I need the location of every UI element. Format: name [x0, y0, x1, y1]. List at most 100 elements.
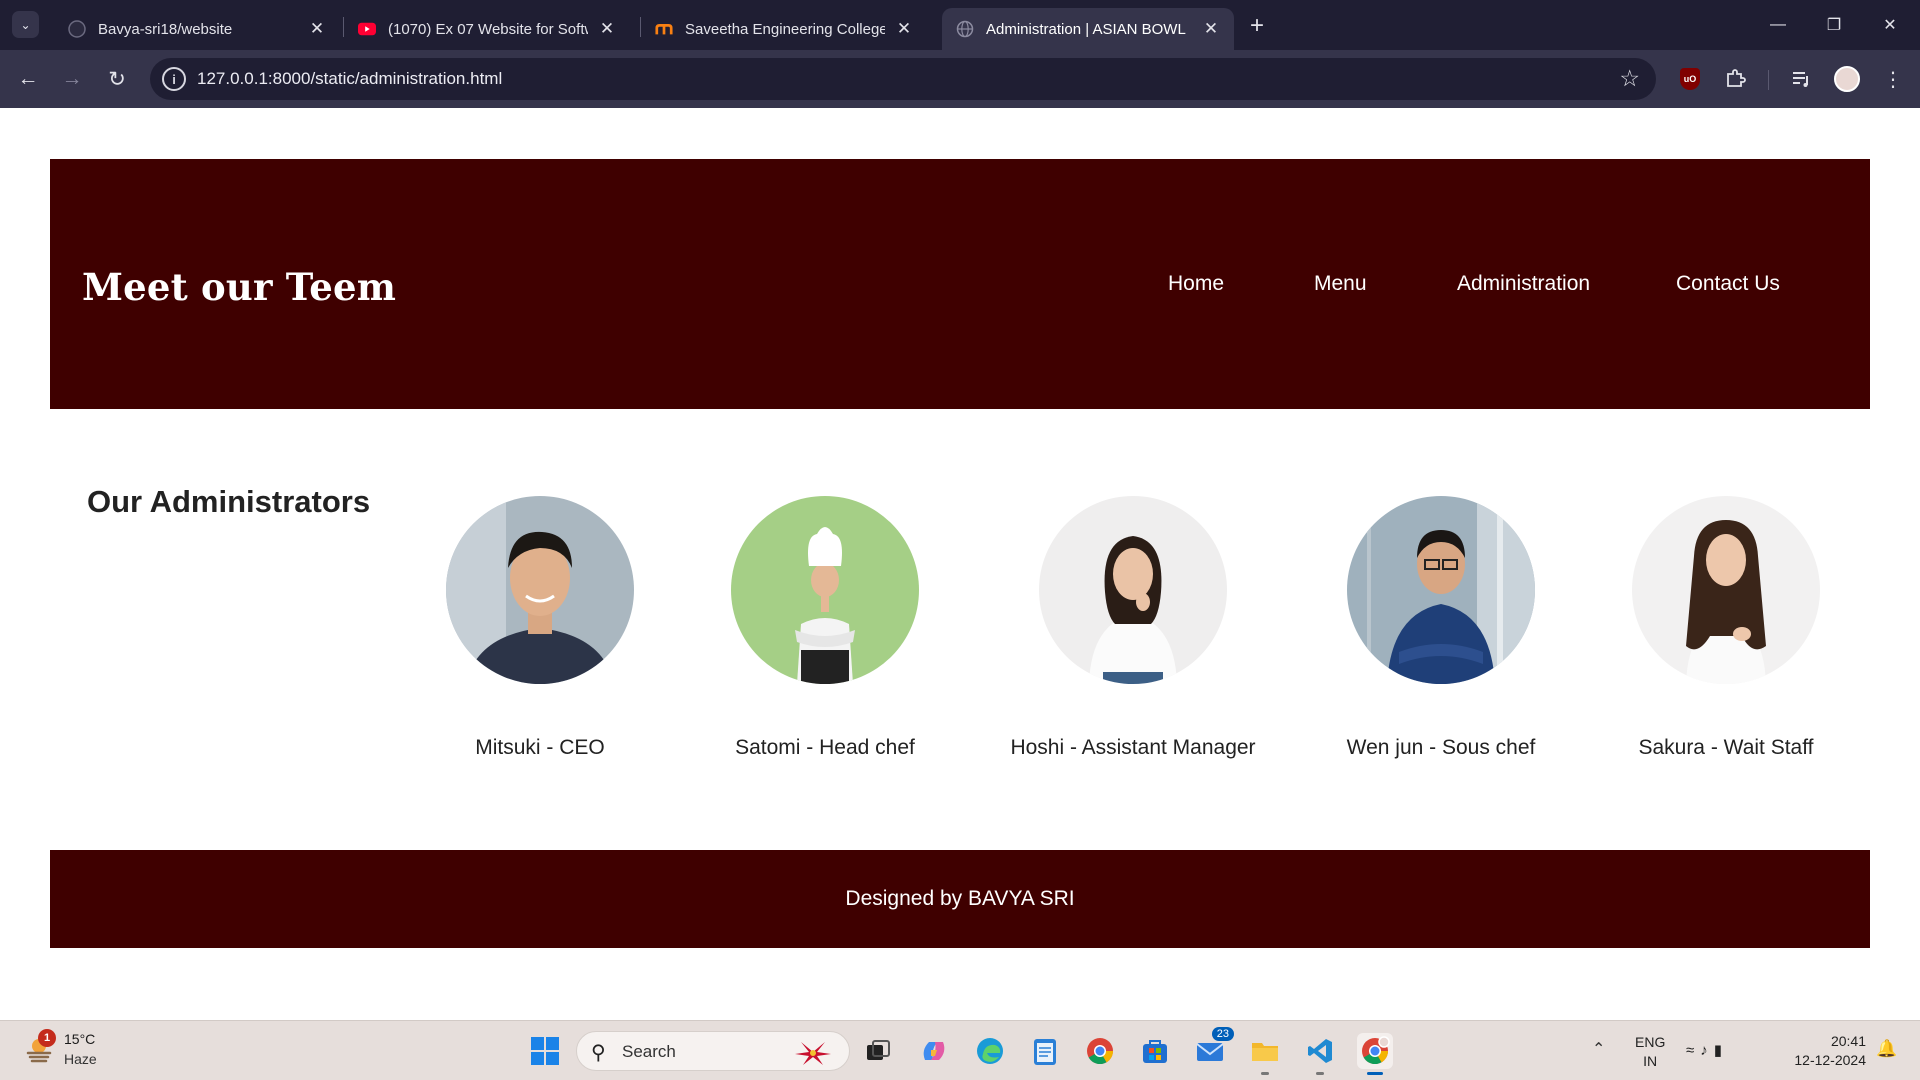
member-caption: Hoshi - Assistant Manager — [1010, 736, 1256, 759]
toolbar-divider — [1768, 70, 1769, 90]
battery-icon: ▮ — [1713, 1042, 1728, 1059]
clock-date: 12-12-2024 — [1794, 1052, 1866, 1068]
close-icon[interactable]: ✕ — [306, 18, 328, 40]
minimize-button[interactable]: — — [1750, 0, 1806, 50]
search-icon: ⚲ — [591, 1042, 606, 1064]
mail-count-badge: 23 — [1211, 1027, 1234, 1041]
member-caption: Sakura - Wait Staff — [1638, 736, 1814, 759]
notification-badge: 1 — [38, 1029, 56, 1047]
reload-button[interactable]: ↻ — [101, 63, 133, 95]
address-bar[interactable]: i 127.0.0.1:8000/static/administration.h… — [150, 58, 1656, 100]
extensions-button[interactable] — [1719, 63, 1751, 95]
chrome-active-button[interactable] — [1357, 1033, 1393, 1075]
chevron-up-icon[interactable]: ⌃ — [1592, 1039, 1605, 1059]
weather-temperature: 15°C — [64, 1031, 96, 1047]
bookmark-star-icon[interactable]: ☆ — [1619, 65, 1640, 92]
restore-button[interactable]: ❐ — [1806, 0, 1862, 50]
reload-icon: ↻ — [108, 67, 126, 91]
nav-home-link[interactable]: Home — [1168, 272, 1224, 296]
copilot-button[interactable] — [916, 1033, 952, 1069]
copilot-icon — [923, 1042, 945, 1060]
forward-button[interactable]: → — [56, 63, 88, 95]
notepad-button[interactable] — [1027, 1033, 1063, 1069]
member-photo-satomi — [731, 496, 919, 684]
url-text[interactable]: 127.0.0.1:8000/static/administration.htm… — [197, 69, 502, 89]
close-icon[interactable]: ✕ — [1200, 18, 1222, 40]
edge-button[interactable] — [972, 1033, 1008, 1069]
site-title: Meet our Teem — [82, 265, 397, 309]
arrow-right-icon: → — [61, 67, 83, 90]
back-button[interactable]: ← — [12, 63, 44, 95]
page-viewport: Meet our Teem Home Menu Administration C… — [0, 108, 1920, 1020]
running-indicator — [1261, 1072, 1269, 1075]
tab-github[interactable]: Bavya-sri18/website ✕ — [54, 8, 340, 50]
playlist-icon — [1793, 72, 1808, 87]
browser-toolbar: ← → ↻ i 127.0.0.1:8000/static/administra… — [0, 50, 1920, 108]
ublock-extension-button[interactable]: uO — [1674, 63, 1706, 95]
volume-icon: ♪ — [1700, 1042, 1714, 1059]
chrome-icon — [1087, 1038, 1114, 1065]
task-view-icon — [867, 1040, 890, 1060]
wifi-icon: ≈ — [1686, 1042, 1701, 1059]
moodle-icon — [655, 20, 673, 38]
footer-credit: Designed by BAVYA SRI — [845, 887, 1075, 910]
tab-title: (1070) Ex 07 Website for Software — [388, 20, 588, 38]
start-button[interactable] — [527, 1033, 563, 1069]
windows-icon — [531, 1037, 559, 1065]
language-indicator[interactable]: ENG IN — [1635, 1033, 1665, 1071]
edge-icon — [977, 1038, 1003, 1064]
notification-bell-icon[interactable]: 🔔 — [1876, 1039, 1897, 1059]
running-indicator — [1316, 1072, 1324, 1075]
browser-tab-strip: ⌄ Bavya-sri18/website ✕ (1070) Ex 07 Web… — [0, 0, 1920, 50]
running-indicator — [1367, 1072, 1383, 1075]
tab-title: Administration | ASIAN BOWL — [986, 20, 1186, 38]
vscode-button[interactable] — [1302, 1033, 1338, 1075]
close-window-button[interactable]: ✕ — [1862, 0, 1918, 50]
new-tab-button[interactable]: + — [1243, 12, 1271, 40]
store-button[interactable] — [1137, 1033, 1173, 1069]
vscode-icon — [1308, 1039, 1332, 1063]
folder-icon — [1252, 1043, 1278, 1061]
member-photo-wenjun — [1347, 496, 1535, 684]
nav-contact-link[interactable]: Contact Us — [1676, 272, 1780, 296]
mail-icon — [1196, 1043, 1224, 1061]
close-icon[interactable]: ✕ — [893, 18, 915, 40]
media-controls-button[interactable] — [1785, 63, 1817, 95]
language-code: ENG — [1635, 1034, 1666, 1050]
task-view-button[interactable] — [860, 1033, 896, 1069]
tab-saveetha[interactable]: Saveetha Engineering College: L ✕ — [641, 8, 927, 50]
browser-menu-button[interactable]: ⋮ — [1877, 63, 1909, 95]
site-info-icon[interactable]: i — [162, 67, 186, 91]
tab-title: Bavya-sri18/website — [98, 20, 233, 38]
tab-administration[interactable]: Administration | ASIAN BOWL ✕ — [942, 8, 1234, 50]
nav-administration-link[interactable]: Administration — [1457, 272, 1590, 296]
nav-menu-link[interactable]: Menu — [1314, 272, 1367, 296]
plus-icon: + — [1249, 12, 1264, 39]
region-code: IN — [1643, 1053, 1658, 1069]
tab-search-button[interactable]: ⌄ — [12, 11, 39, 38]
profile-button[interactable] — [1831, 63, 1863, 95]
close-icon[interactable]: ✕ — [596, 18, 618, 40]
team-member-card: Satomi - Head chef — [675, 496, 975, 760]
clock-time: 20:41 — [1830, 1033, 1866, 1049]
team-member-card: Sakura - Wait Staff — [1576, 496, 1876, 760]
tab-youtube[interactable]: (1070) Ex 07 Website for Software ✕ — [344, 8, 630, 50]
team-member-card: Wen jun - Sous chef — [1291, 496, 1591, 760]
member-photo-hoshi — [1039, 496, 1227, 684]
chrome-button[interactable] — [1082, 1033, 1118, 1069]
taskbar-search-box[interactable]: ⚲ Search — [576, 1031, 850, 1071]
member-caption: Satomi - Head chef — [735, 736, 915, 759]
clock[interactable]: 20:41 12-12-2024 — [1780, 1032, 1866, 1070]
member-photo-sakura — [1632, 496, 1820, 684]
mail-button[interactable]: 23 — [1192, 1027, 1234, 1069]
system-tray[interactable]: ≈♪▮ — [1686, 1041, 1728, 1059]
puzzle-icon — [1727, 69, 1746, 87]
close-icon: ✕ — [1883, 17, 1897, 34]
member-photo-mitsuki — [446, 496, 634, 684]
restore-icon: ❐ — [1826, 17, 1842, 34]
chevron-down-icon: ⌄ — [20, 17, 31, 32]
more-vertical-icon: ⋮ — [1883, 68, 1903, 91]
file-explorer-button[interactable] — [1247, 1033, 1283, 1075]
chrome-icon — [1362, 1036, 1390, 1065]
section-title: Our Administrators — [87, 484, 371, 519]
